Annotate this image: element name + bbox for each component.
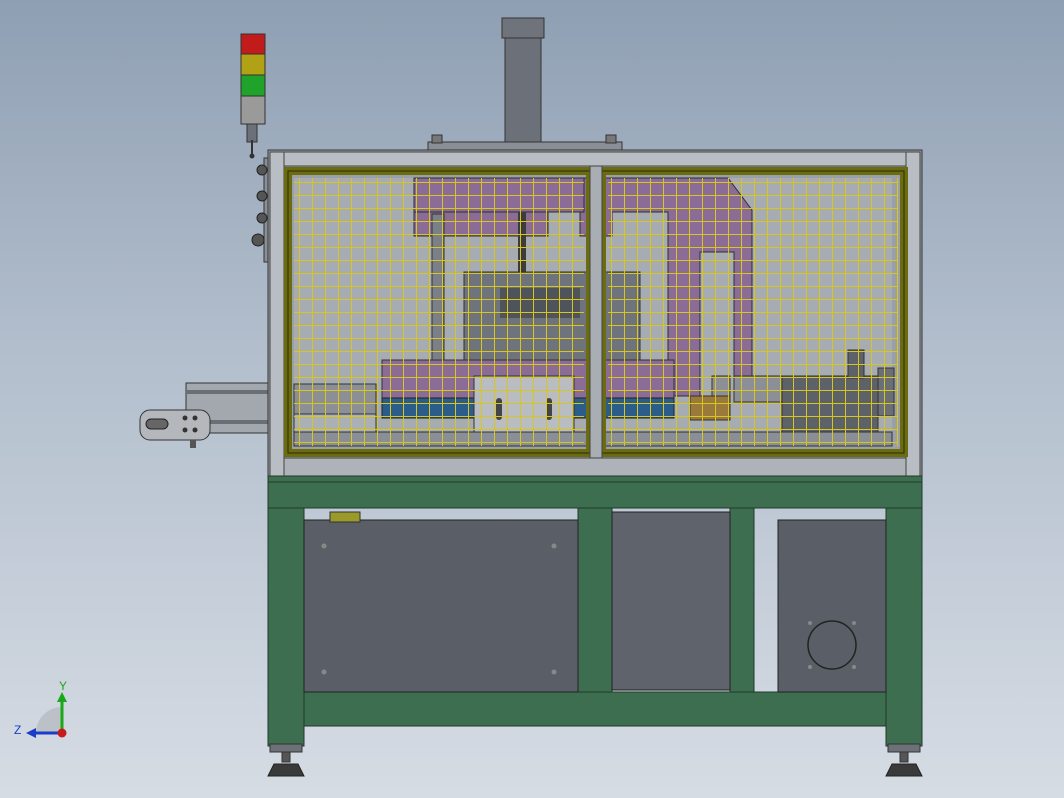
control-button-4[interactable] — [251, 233, 265, 247]
table-top — [267, 475, 923, 509]
safety-door-right[interactable] — [598, 167, 908, 457]
x-axis-icon — [57, 728, 67, 738]
cad-viewport[interactable]: Y Z — [0, 0, 1064, 798]
infeed-conveyor[interactable] — [139, 382, 271, 448]
signal-light-green — [240, 74, 266, 97]
leveling-foot-left — [267, 743, 305, 777]
signal-light-yellow — [240, 53, 266, 76]
signal-light-grey — [240, 95, 266, 125]
leveling-foot-right — [885, 743, 923, 777]
signal-tower[interactable] — [240, 33, 266, 159]
lower-panel-left[interactable] — [303, 511, 579, 693]
top-cylinder[interactable] — [427, 17, 623, 153]
lower-panel-right[interactable] — [777, 519, 887, 693]
z-axis-label: Z — [14, 723, 21, 737]
control-button-2[interactable] — [256, 190, 268, 202]
signal-light-red — [240, 33, 266, 55]
orientation-triad[interactable]: Y Z — [14, 679, 67, 738]
lower-panel-middle[interactable] — [611, 511, 731, 691]
control-button-3[interactable] — [256, 212, 268, 224]
control-button-1[interactable] — [256, 164, 268, 176]
safety-door-left[interactable] — [284, 167, 594, 457]
y-axis-label: Y — [59, 679, 67, 693]
